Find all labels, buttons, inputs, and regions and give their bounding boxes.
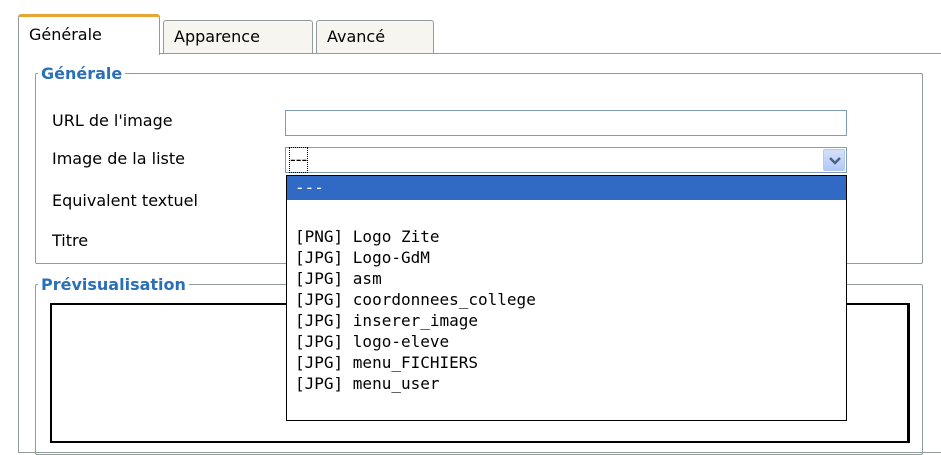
dropdown-option[interactable]: [JPG] menu_user xyxy=(287,373,846,394)
tab-avance[interactable]: Avancé xyxy=(316,20,434,54)
tab-apparence[interactable]: Apparence xyxy=(163,20,313,54)
alt-label: Equivalent textuel xyxy=(52,191,198,210)
select-value: --- xyxy=(288,147,309,173)
dropdown-option[interactable]: [JPG] logo-eleve xyxy=(287,331,846,352)
list-label: Image de la liste xyxy=(52,149,185,168)
dropdown-option[interactable]: --- xyxy=(287,176,846,200)
dropdown-option[interactable]: [PNG] Logo Zite xyxy=(287,226,846,247)
dropdown-option[interactable]: [JPG] coordonnees_college xyxy=(287,289,846,310)
dropdown-option[interactable]: [JPG] asm xyxy=(287,268,846,289)
image-list-dropdown[interactable]: --- [PNG] Logo Zite [JPG] Logo-GdM [JPG]… xyxy=(286,175,847,421)
preview-legend: Prévisualisation xyxy=(41,275,186,294)
general-legend: Générale xyxy=(41,64,123,83)
tab-label: Générale xyxy=(29,25,102,44)
chevron-down-icon[interactable] xyxy=(823,149,845,171)
dropdown-option[interactable]: [JPG] inserer_image xyxy=(287,310,846,331)
url-label: URL de l'image xyxy=(52,111,173,130)
image-list-select[interactable]: --- xyxy=(285,147,847,173)
tab-label: Apparence xyxy=(174,27,260,46)
dropdown-option[interactable]: [JPG] Logo-GdM xyxy=(287,247,846,268)
tab-label: Avancé xyxy=(327,27,386,46)
dropdown-option[interactable] xyxy=(287,200,846,226)
dropdown-option[interactable]: [JPG] menu_FICHIERS xyxy=(287,352,846,373)
url-input[interactable] xyxy=(285,110,847,136)
title-label: Titre xyxy=(52,231,89,250)
tab-generale[interactable]: Générale xyxy=(18,14,160,55)
